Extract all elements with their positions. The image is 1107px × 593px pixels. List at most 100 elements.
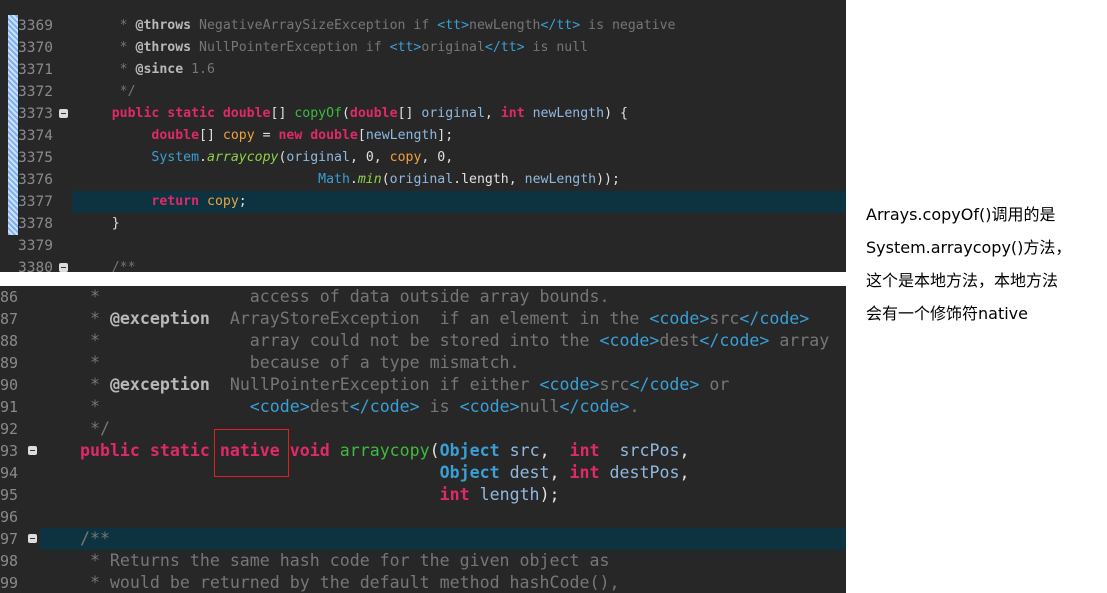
code-token: int <box>569 463 600 482</box>
code-token: @exception <box>109 375 210 394</box>
line-number: 3372 <box>18 84 53 100</box>
code-token: , <box>484 106 501 121</box>
code-line[interactable]: 3374 double[] copy = new double[newLengt… <box>0 125 846 147</box>
line-number: 3380 <box>18 260 53 272</box>
code-line[interactable]: 3372 */ <box>0 81 846 103</box>
line-number: 497 <box>0 530 19 548</box>
code-token: copy <box>389 150 422 165</box>
code-text: * Returns the same hash code for the giv… <box>40 550 610 572</box>
code-line[interactable]: 3369 * @throws NegativeArraySizeExceptio… <box>0 15 846 37</box>
code-line[interactable]: 492 */ <box>0 418 846 440</box>
code-token: original <box>286 150 350 165</box>
code-line[interactable]: 499 * would be returned by the default m… <box>0 572 846 593</box>
code-token: . <box>349 172 358 187</box>
note-line: 会有一个修饰符native <box>866 304 1028 323</box>
code-token: </code> <box>349 397 420 416</box>
code-token: <tt> <box>437 18 470 33</box>
code-token: * <box>40 375 110 394</box>
code-token: </code> <box>739 309 810 328</box>
code-line[interactable]: 487 * @exception ArrayStoreException if … <box>0 308 846 330</box>
code-text: * @throws NegativeArraySizeException if … <box>72 15 676 37</box>
code-text: /** <box>40 528 110 550</box>
code-line[interactable]: 3375 System.arraycopy(original, 0, copy,… <box>0 147 846 169</box>
code-token: . <box>629 397 640 416</box>
line-number: 496 <box>0 508 19 526</box>
line-number: 3375 <box>18 150 53 166</box>
code-line[interactable]: 3376 Math.min(original.length, newLength… <box>0 169 846 191</box>
code-text: * @throws NullPointerException if <tt>or… <box>72 37 589 59</box>
code-token: src <box>599 375 630 394</box>
line-number: 487 <box>0 310 19 328</box>
code-line[interactable]: 486 * access of data outside array bound… <box>0 286 846 308</box>
code-line[interactable]: 497 /** <box>0 528 846 550</box>
code-token: )); <box>596 172 620 187</box>
code-token: length <box>479 485 540 504</box>
code-token: . <box>199 150 207 165</box>
code-token: @exception <box>109 309 210 328</box>
code-token: * <box>72 62 136 77</box>
code-line[interactable]: 3380 /** <box>0 257 846 272</box>
fold-toggle-icon[interactable] <box>28 534 37 543</box>
code-token: System <box>151 150 200 165</box>
fold-toggle-icon[interactable] <box>59 263 68 272</box>
code-line[interactable]: 488 * array could not be stored into the… <box>0 330 846 352</box>
code-token: </tt> <box>484 40 525 55</box>
line-number: 488 <box>0 332 19 350</box>
code-token: int <box>500 106 525 121</box>
code-token: return <box>151 194 200 209</box>
code-token: srcPos <box>619 441 680 460</box>
line-number: 3376 <box>18 172 53 188</box>
line-number: 495 <box>0 486 19 504</box>
code-token: .length, <box>453 172 525 187</box>
code-token: @throws <box>135 18 192 33</box>
code-line[interactable]: 3377 return copy; <box>0 191 846 213</box>
note-line: 这个是本地方法，本地方法 <box>866 271 1059 290</box>
line-number: 491 <box>0 398 19 416</box>
code-line[interactable]: 3371 * @since 1.6 <box>0 59 846 81</box>
code-token: Object <box>439 463 500 482</box>
code-line[interactable]: 495 int length); <box>0 484 846 506</box>
code-token: min <box>357 172 382 187</box>
code-token: </code> <box>699 331 770 350</box>
code-token: </tt> <box>540 18 581 33</box>
code-token: null <box>519 397 560 416</box>
note-line: System.arraycopy()方法， <box>866 238 1072 257</box>
code-token: dest <box>509 463 550 482</box>
code-line[interactable]: 3370 * @throws NullPointerException if <… <box>0 37 846 59</box>
code-token: * Returns the same hash code for the giv… <box>40 551 610 570</box>
top-code-editor[interactable]: 3369 * @throws NegativeArraySizeExceptio… <box>0 0 846 272</box>
code-token: </code> <box>559 397 630 416</box>
code-line[interactable]: 3378 } <box>0 213 846 235</box>
code-line[interactable]: 494 Object dest, int destPos, <box>0 462 846 484</box>
line-number: 3370 <box>18 40 53 56</box>
code-token: int <box>439 485 470 504</box>
code-line[interactable]: 491 * <code>dest</code> is <code>null</c… <box>0 396 846 418</box>
code-token: @since <box>135 62 184 77</box>
fold-toggle-icon[interactable] <box>59 109 68 118</box>
code-line[interactable]: 489 * because of a type mismatch. <box>0 352 846 374</box>
code-token: <code> <box>649 309 710 328</box>
code-token: [] <box>199 128 223 143</box>
code-token: ArrayStoreException if an element in the <box>209 309 650 328</box>
code-token: * <box>72 18 136 33</box>
code-line[interactable]: 498 * Returns the same hash code for the… <box>0 550 846 572</box>
code-line[interactable]: 496 <box>0 506 846 528</box>
code-token: or <box>699 375 730 394</box>
fold-toggle-icon[interactable] <box>28 446 37 455</box>
code-token: is null <box>524 40 589 55</box>
code-token: * <box>72 40 136 55</box>
code-line[interactable]: 493 public static native void arraycopy(… <box>0 440 846 462</box>
bottom-code-editor[interactable]: 486 * access of data outside array bound… <box>0 286 846 593</box>
code-token: ( <box>341 106 350 121</box>
code-line[interactable]: 3379 <box>0 235 846 257</box>
code-line[interactable]: 3373 public static double[] copyOf(doubl… <box>0 103 846 125</box>
code-token: arraycopy <box>207 150 279 165</box>
code-line[interactable]: 490 * @exception NullPointerException if… <box>0 374 846 396</box>
code-token: <tt> <box>389 40 422 55</box>
